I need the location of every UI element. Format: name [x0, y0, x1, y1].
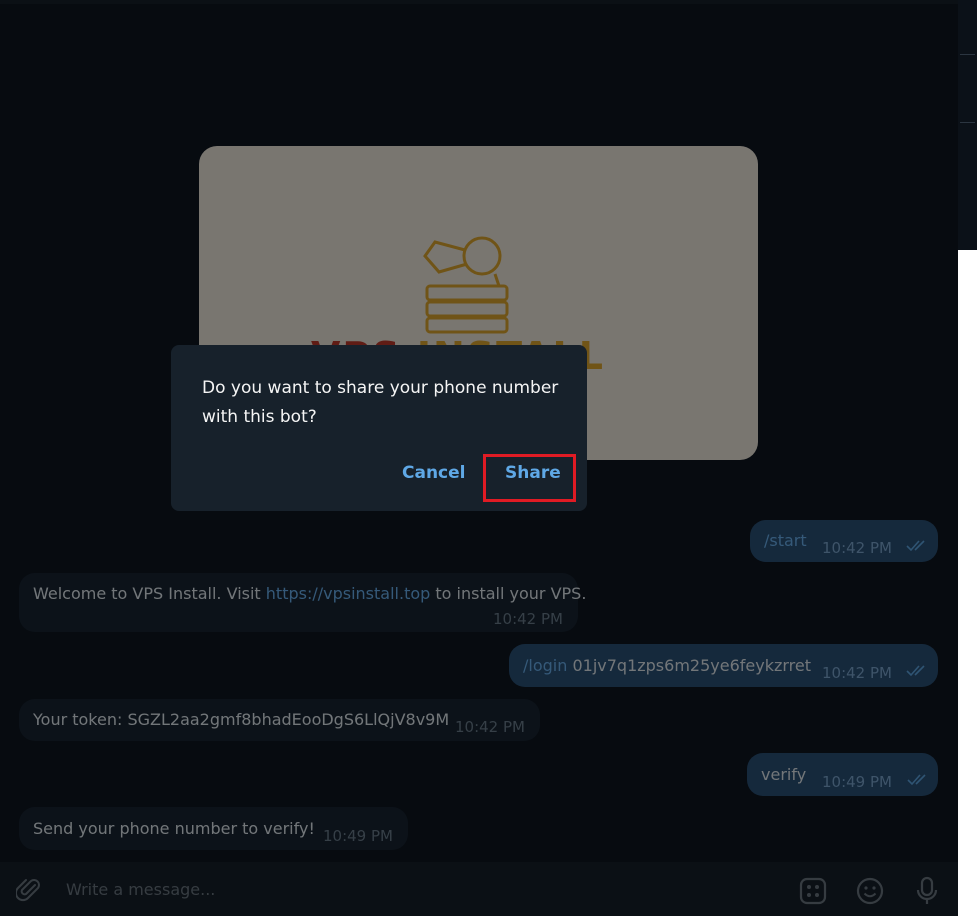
- dialog-message: Do you want to share your phone number w…: [202, 378, 559, 427]
- share-button-highlight: [483, 454, 576, 502]
- side-strip: [958, 0, 977, 250]
- cancel-button[interactable]: Cancel: [402, 463, 465, 483]
- window-edge: [958, 250, 977, 916]
